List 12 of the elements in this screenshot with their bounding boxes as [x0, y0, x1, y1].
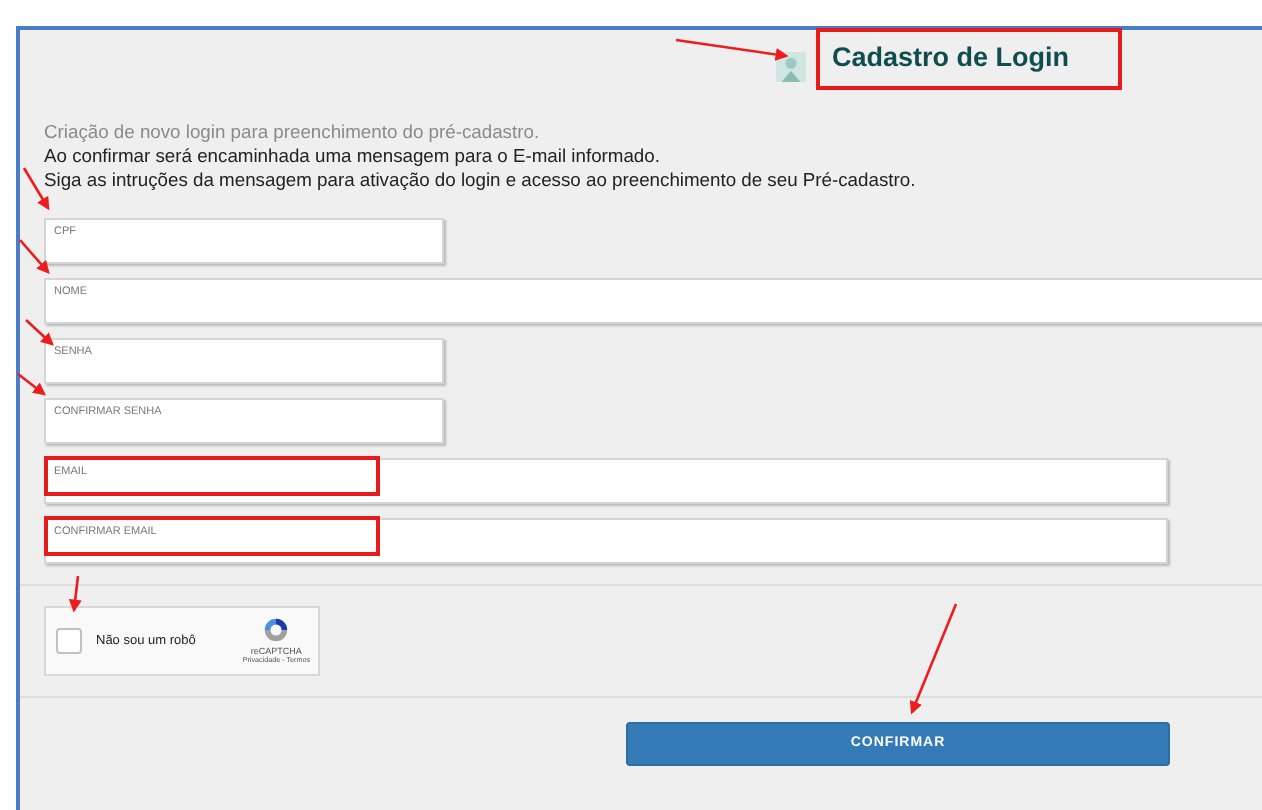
annotation-arrow	[675, 38, 789, 61]
annotation-arrow	[68, 575, 82, 613]
intro-text: Siga as intruções da mensagem para ativação do login e acesso ao preenchimento de seu Pré-cadastro.	[44, 168, 918, 192]
annotation-arrow	[909, 603, 958, 715]
intro-text: Ao confirmar será encaminhada uma mensagem para o E-mail informado.	[44, 144, 662, 168]
user-icon	[776, 51, 806, 81]
annotation-arrow	[17, 372, 47, 396]
captcha-checkbox[interactable]	[56, 628, 82, 654]
annotation-arrow	[25, 319, 54, 346]
page-title: Cadastro de Login	[816, 27, 1122, 89]
intro-text: Criação de novo login para preenchimento do pré-cadastro.	[44, 120, 542, 144]
annotation-arrow	[19, 239, 50, 274]
